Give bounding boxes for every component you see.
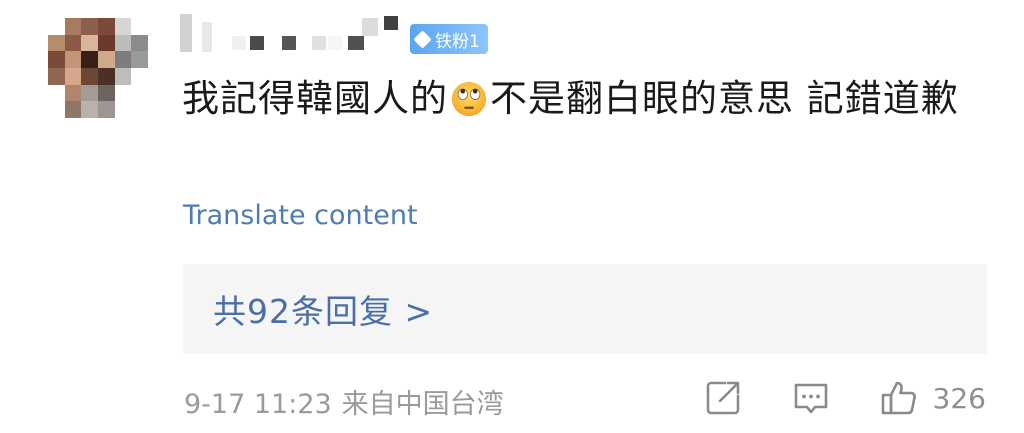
- comment-icon: [794, 383, 827, 414]
- timestamp: 9-17 11:23: [184, 389, 332, 420]
- comment-actions: 326: [703, 376, 986, 420]
- like-count: 326: [932, 381, 986, 415]
- comment-text-part2: 不是翻白眼的意思 記錯道歉: [490, 77, 959, 120]
- comment-text: 我記得韓國人的 不是翻白眼的意思 記錯道歉: [182, 70, 982, 128]
- fan-badge[interactable]: 铁粉1: [410, 24, 488, 54]
- thumbs-up-icon: [881, 381, 916, 415]
- location: 来自中国台湾: [341, 389, 504, 420]
- username[interactable]: [180, 14, 410, 54]
- replies-box[interactable]: 共92条回复 >: [183, 264, 987, 354]
- comment-text-part1: 我記得韓國人的: [182, 77, 448, 120]
- translate-link[interactable]: Translate content: [183, 200, 418, 231]
- avatar[interactable]: [48, 18, 148, 118]
- comment-meta: 9-17 11:23 来自中国台湾: [184, 382, 504, 421]
- comment-button[interactable]: [791, 378, 831, 418]
- share-icon: [706, 381, 739, 415]
- comment-card: 铁粉1 我記得韓國人的 不是翻白眼的意思 記錯道歉 Translate cont…: [0, 0, 1024, 433]
- replies-link[interactable]: 共92条回复 >: [213, 285, 433, 333]
- like-button[interactable]: 326: [879, 378, 986, 418]
- fan-badge-label: 铁粉1: [435, 31, 480, 52]
- face-with-rolling-eyes-emoji: [451, 81, 487, 117]
- repost-button[interactable]: [703, 378, 743, 418]
- diamond-icon: [413, 29, 432, 49]
